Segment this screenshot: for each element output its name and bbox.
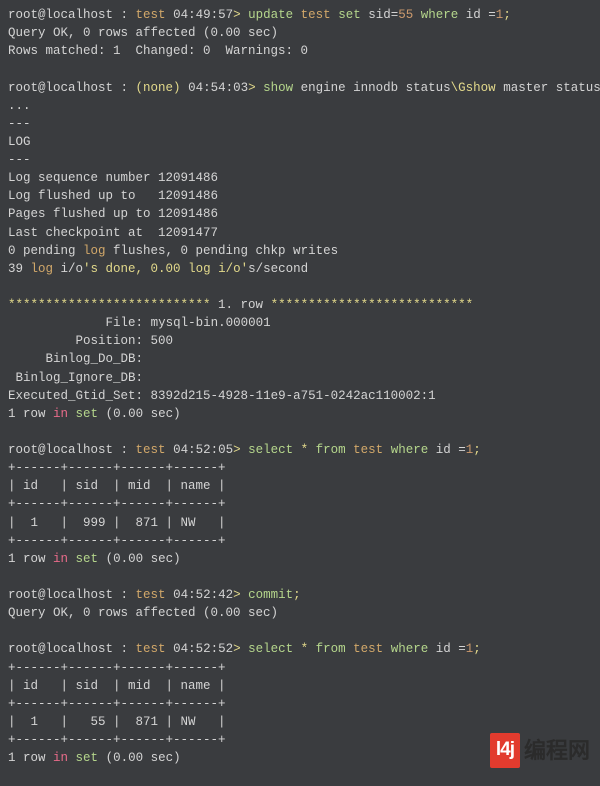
row-header: *************************** 1. row *****…	[8, 296, 592, 314]
field-position: Position: 500	[8, 332, 592, 350]
output-text: Query OK, 0 rows affected (0.00 sec)	[8, 24, 592, 42]
output-text: ...	[8, 97, 592, 115]
table-header: | id | sid | mid | name |	[8, 677, 592, 695]
output-text: Log sequence number 12091486	[8, 169, 592, 187]
output-text: ---	[8, 115, 592, 133]
rows-in-set: 1 row in set (0.00 sec)	[8, 405, 592, 423]
table-sep: +------+------+------+------+	[8, 459, 592, 477]
table-row: | 1 | 999 | 871 | NW |	[8, 514, 592, 532]
output-text: 0 pending log flushes, 0 pending chkp wr…	[8, 242, 592, 260]
output-text: Rows matched: 1 Changed: 0 Warnings: 0	[8, 42, 592, 60]
field-file: File: mysql-bin.000001	[8, 314, 592, 332]
prompt-4: root@localhost : test 04:52:42> commit;	[8, 586, 592, 604]
table-sep: +------+------+------+------+	[8, 532, 592, 550]
watermark-logo: l4j 编程网	[490, 733, 590, 768]
prompt-3: root@localhost : test 04:52:05> select *…	[8, 441, 592, 459]
field-gtid: Executed_Gtid_Set: 8392d215-4928-11e9-a7…	[8, 387, 592, 405]
table-header: | id | sid | mid | name |	[8, 477, 592, 495]
table-sep: +------+------+------+------+	[8, 659, 592, 677]
field-binlog-ignore: Binlog_Ignore_DB:	[8, 369, 592, 387]
output-text: Query OK, 0 rows affected (0.00 sec)	[8, 604, 592, 622]
output-text: Log flushed up to 12091486	[8, 187, 592, 205]
output-text: Pages flushed up to 12091486	[8, 205, 592, 223]
table-row: | 1 | 55 | 871 | NW |	[8, 713, 592, 731]
table-sep: +------+------+------+------+	[8, 695, 592, 713]
logo-text: 编程网	[524, 735, 590, 767]
output-text: Last checkpoint at 12091477	[8, 224, 592, 242]
prompt-1: root@localhost : test 04:49:57> update t…	[8, 6, 592, 24]
table-sep: +------+------+------+------+	[8, 495, 592, 513]
field-binlog-do: Binlog_Do_DB:	[8, 350, 592, 368]
prompt-2: root@localhost : (none) 04:54:03> show e…	[8, 79, 592, 97]
logo-icon: l4j	[490, 733, 520, 768]
output-text: LOG	[8, 133, 592, 151]
rows-in-set: 1 row in set (0.00 sec)	[8, 550, 592, 568]
prompt-5: root@localhost : test 04:52:52> select *…	[8, 640, 592, 658]
output-text: 39 log i/o's done, 0.00 log i/o's/second	[8, 260, 592, 278]
output-text: ---	[8, 151, 592, 169]
